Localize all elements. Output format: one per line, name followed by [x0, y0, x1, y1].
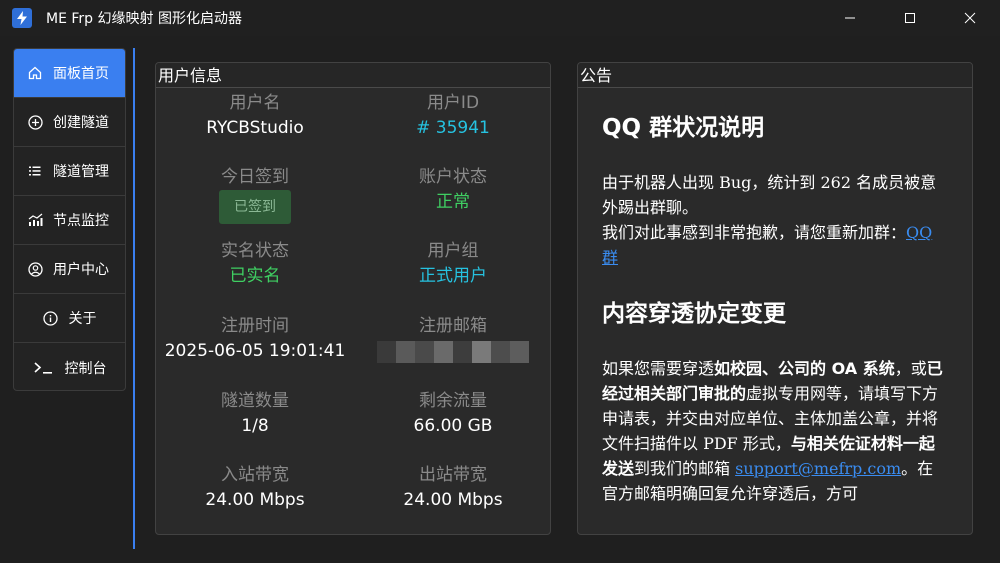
sidebar-item-node-monitor[interactable]: 节点监控 [14, 196, 125, 245]
sidebar-divider [133, 48, 135, 549]
user-group-field: 用户组 正式用户 [354, 240, 550, 288]
chart-icon [27, 212, 43, 228]
traffic-field: 剩余流量 66.00 GB [354, 390, 550, 438]
minimize-button[interactable] [820, 0, 880, 36]
window-title: ME Frp 幻缘映射 图形化启动器 [46, 11, 242, 27]
sidebar-item-label: 关于 [68, 311, 97, 327]
notice-text: 到我们的邮箱 [634, 459, 736, 478]
close-icon [964, 12, 976, 24]
maximize-icon [905, 13, 915, 23]
notice-paragraph: 我们对此事感到非常抱歉，请您重新加群：QQ 群 [602, 220, 948, 270]
account-status-value: 正常 [436, 192, 470, 212]
sidebar-item-label: 节点监控 [53, 213, 109, 229]
notice-text: ，或 [894, 359, 927, 378]
title-bar: ME Frp 幻缘映射 图形化启动器 [0, 0, 1000, 36]
terminal-icon [33, 360, 55, 376]
info-icon [43, 310, 59, 326]
outbound-value: 24.00 Mbps [403, 490, 503, 510]
field-label: 实名状态 [221, 241, 289, 261]
sidebar-nav: 面板首页 创建隧道 隧道管理 节点监控 用户中心 关于 控制台 [13, 48, 126, 391]
notice-heading: 内容穿透协定变更 [602, 301, 786, 327]
field-label: 用户名 [229, 93, 281, 113]
minimize-icon [845, 17, 855, 19]
field-label: 入站带宽 [221, 465, 289, 485]
app-logo-icon [12, 8, 32, 28]
notice-text: 如果您需要穿透 [602, 359, 715, 378]
inbound-value: 24.00 Mbps [205, 490, 305, 510]
notice-panel: 公告 QQ 群状况说明 由于机器人出现 Bug，统计到 262 名成员被意外踢出… [577, 62, 973, 535]
userid-value: # 35941 [416, 118, 490, 138]
field-label: 用户ID [426, 93, 480, 113]
userid-field: 用户ID # 35941 [354, 92, 550, 140]
support-email-link[interactable]: support@mefrp.com [735, 459, 901, 478]
register-email-field: 注册邮箱 [354, 315, 550, 363]
sidebar-item-label: 创建隧道 [53, 115, 109, 131]
notice-paragraph: 如果您需要穿透如校园、公司的 OA 系统，或已经过相关部门审批的虚拟专用网等，请… [602, 356, 948, 506]
tunnel-count-field: 隧道数量 1/8 [156, 390, 354, 438]
user-info-panel: 用户信息 用户名 RYCBStudio 用户ID # 35941 今日签到 已签… [155, 62, 551, 535]
sidebar-item-console[interactable]: 控制台 [14, 343, 125, 390]
register-time-field: 注册时间 2025-06-05 19:01:41 [156, 315, 354, 363]
sidebar-item-create-tunnel[interactable]: 创建隧道 [14, 98, 125, 147]
sidebar-item-label: 用户中心 [53, 262, 109, 278]
checkin-field: 今日签到 已签到 [156, 166, 354, 224]
field-label: 账户状态 [419, 167, 487, 187]
user-group-value: 正式用户 [419, 266, 487, 286]
outbound-field: 出站带宽 24.00 Mbps [354, 464, 550, 512]
sidebar-item-user-center[interactable]: 用户中心 [14, 245, 125, 294]
notice-content: QQ 群状况说明 由于机器人出现 Bug，统计到 262 名成员被意外踢出群聊。… [578, 88, 972, 506]
maximize-button[interactable] [880, 0, 940, 36]
username-value: RYCBStudio [206, 118, 304, 138]
notice-heading: QQ 群状况说明 [602, 115, 765, 141]
field-label: 今日签到 [221, 167, 289, 187]
plus-circle-icon [27, 114, 43, 130]
close-button[interactable] [940, 0, 1000, 36]
list-icon [27, 163, 43, 179]
account-status-field: 账户状态 正常 [354, 166, 550, 214]
traffic-value: 66.00 GB [413, 416, 493, 436]
realname-field: 实名状态 已实名 [156, 240, 354, 288]
notice-text: 我们对此事感到非常抱歉，请您重新加群： [602, 223, 907, 242]
register-time-value: 2025-06-05 19:01:41 [164, 341, 346, 361]
user-circle-icon [27, 261, 43, 277]
realname-value: 已实名 [229, 266, 281, 286]
notice-paragraph: 由于机器人出现 Bug，统计到 262 名成员被意外踢出群聊。 [602, 173, 937, 217]
inbound-field: 入站带宽 24.00 Mbps [156, 464, 354, 512]
sidebar-item-label: 隧道管理 [53, 164, 109, 180]
home-icon [27, 65, 43, 81]
sidebar-item-about[interactable]: 关于 [14, 294, 125, 343]
register-email-redacted [354, 341, 550, 363]
notice-bold-text: 如校园、公司的 OA 系统 [714, 359, 895, 378]
panel-title: 用户信息 [156, 63, 550, 88]
field-label: 用户组 [427, 241, 479, 261]
username-field: 用户名 RYCBStudio [156, 92, 354, 140]
field-label: 出站带宽 [419, 465, 487, 485]
sidebar-item-dashboard[interactable]: 面板首页 [14, 49, 125, 98]
checkin-button[interactable]: 已签到 [219, 190, 291, 224]
field-label: 剩余流量 [419, 391, 487, 411]
sidebar-item-tunnel-management[interactable]: 隧道管理 [14, 147, 125, 196]
field-label: 注册邮箱 [419, 316, 487, 336]
sidebar-item-label: 面板首页 [53, 66, 109, 82]
panel-title: 公告 [578, 63, 972, 88]
field-label: 隧道数量 [221, 391, 289, 411]
field-label: 注册时间 [221, 316, 289, 336]
sidebar-item-label: 控制台 [64, 360, 107, 377]
tunnel-count-value: 1/8 [241, 416, 269, 436]
